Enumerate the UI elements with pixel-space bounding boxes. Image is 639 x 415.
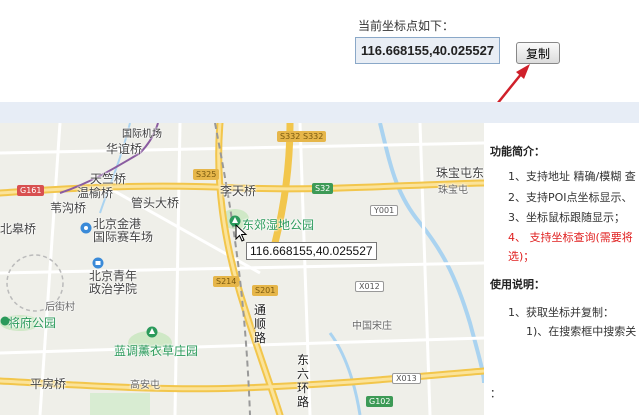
separator-band	[0, 102, 639, 123]
usage-step: 1、获取坐标并复制：	[508, 306, 614, 319]
road-shield-x012: X012	[355, 281, 384, 292]
road-shield-s201: S201	[252, 285, 279, 296]
map-label-jiangfu: 将府公园	[8, 316, 57, 330]
map-label-houjie: 后街村	[45, 302, 75, 313]
map-label-airport: 国际机场	[122, 129, 162, 140]
map-label-tongshun: 通 顺 路	[254, 303, 267, 345]
racetrack-marker-icon[interactable]	[80, 222, 92, 234]
coord-tooltip: 116.668155,40.025527	[246, 242, 377, 260]
road-shield-y001: Y001	[370, 205, 399, 216]
usage-heading: 使用说明：	[490, 278, 545, 291]
map-view[interactable]: 国际机场 华谊桥 天竺桥 温榆桥 苇沟桥 管头大桥 李天桥 东郊湿地公园 北皋桥…	[0, 123, 484, 415]
map-label-gaoan: 高安屯	[130, 380, 160, 391]
map-canvas	[0, 123, 484, 415]
feature-item: 3、坐标鼠标跟随显示；	[508, 211, 625, 224]
map-label-languang: 蓝调薰衣草庄园	[114, 344, 199, 358]
feature-item-highlight-cont: 选)；	[508, 250, 535, 263]
map-label-zhubao: 珠宝屯东桥	[436, 166, 484, 180]
mouse-cursor-icon	[235, 224, 248, 242]
map-label-pingfang: 平房桥	[30, 377, 67, 391]
school-marker-icon[interactable]	[92, 257, 104, 269]
road-shield-s325: S325	[193, 169, 220, 180]
map-label-dongjiao: 东郊湿地公园	[242, 218, 315, 232]
jiangfu-marker-icon[interactable]	[0, 315, 10, 327]
map-label-songzhuang: 中国宋庄	[352, 321, 392, 332]
map-label-litianqiao: 李天桥	[220, 184, 257, 198]
info-panel: 功能简介： 1、支持地址 精确/模糊 查 2、支持POI点坐标显示、 3、坐标鼠…	[484, 123, 639, 415]
map-label-qingnian: 北京青年 政治学院	[89, 269, 138, 296]
road-shield-g102: G102	[366, 396, 394, 407]
road-shield-x013: X013	[392, 373, 421, 384]
road-shield-s332b: S332	[300, 131, 327, 142]
map-label-dongliu: 东 六 环 路	[297, 353, 310, 409]
garden-marker-icon[interactable]	[146, 326, 158, 338]
map-label-huaqiao: 华谊桥	[106, 142, 143, 156]
map-label-weigou: 苇沟桥	[50, 201, 87, 215]
road-shield-s214: S214	[213, 276, 240, 287]
feature-item-highlight: 4、 支持坐标查询(需要将	[508, 231, 633, 244]
usage-substep: 1)、在搜索框中搜索关	[526, 325, 637, 338]
road-shield-s32: S32	[312, 183, 334, 194]
map-label-zhubao2: 珠宝屯	[438, 185, 468, 196]
usage-tail: ：	[490, 387, 501, 400]
map-label-beigaoqiao: 北皋桥	[0, 222, 37, 236]
road-shield-g161: G161	[17, 185, 45, 196]
feature-item: 2、支持POI点坐标显示、	[508, 191, 633, 204]
feature-item: 1、支持地址 精确/模糊 查	[508, 170, 636, 183]
intro-heading: 功能简介：	[490, 145, 545, 158]
map-label-guantou: 管头大桥	[131, 196, 180, 210]
map-label-jingang: 北京金港 国际赛车场	[93, 217, 154, 244]
